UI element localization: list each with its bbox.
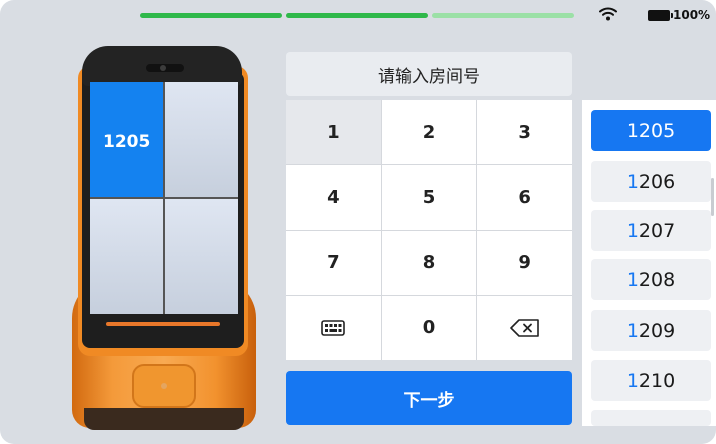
compartment-door <box>165 82 238 197</box>
room-number-suffix: 207 <box>638 219 676 242</box>
battery-percentage: 100% <box>673 8 711 22</box>
key-4[interactable]: 4 <box>286 165 381 230</box>
progress-segment-2 <box>286 13 428 18</box>
battery-icon <box>648 9 673 21</box>
key-9[interactable]: 9 <box>477 230 572 295</box>
key-7[interactable]: 7 <box>286 230 381 295</box>
room-number-suffix: 209 <box>638 319 676 342</box>
room-number-suffix: 208 <box>638 268 676 291</box>
room-number-prefix: 1 <box>626 319 639 342</box>
keyboard-switch-button[interactable] <box>286 295 381 360</box>
key-1[interactable]: 1 <box>286 100 381 165</box>
robot-compartments: 1205 <box>90 82 238 314</box>
room-number-prefix: 1 <box>626 268 639 291</box>
wifi-icon <box>599 7 617 21</box>
room-option-1206[interactable]: 1 206 <box>591 161 711 202</box>
room-option-1205[interactable]: 1 205 <box>591 110 711 151</box>
keyboard-icon <box>321 320 346 336</box>
camera-lens-icon <box>160 65 166 71</box>
key-6[interactable]: 6 <box>477 165 572 230</box>
room-number-input[interactable]: 请输入房间号 <box>286 52 572 96</box>
room-number-suffix: 205 <box>638 119 676 142</box>
key-0[interactable]: 0 <box>381 295 477 360</box>
robot-illustration: 1205 <box>66 42 260 438</box>
battery-indicator: 100% <box>648 8 710 22</box>
room-number-prefix: 1 <box>626 119 639 142</box>
numeric-keypad: 1 2 3 4 5 6 7 8 9 0 <box>286 100 572 360</box>
next-step-button[interactable]: 下一步 <box>286 371 572 425</box>
room-option-1209[interactable]: 1 209 <box>591 310 711 351</box>
backspace-button[interactable] <box>477 295 572 360</box>
room-number-suffix: 210 <box>638 369 676 392</box>
compartment-room-label: 1205 <box>103 132 151 152</box>
delivery-robot-screen: 100% 1205 请输入房间号 1 2 3 4 5 6 7 8 9 0 下一步… <box>0 0 716 444</box>
robot-light-strip <box>106 322 220 326</box>
compartment-door <box>90 199 163 314</box>
compartment-door-active: 1205 <box>90 82 163 197</box>
key-8[interactable]: 8 <box>381 230 477 295</box>
robot-panel-light <box>161 383 167 389</box>
room-number-suffix: 206 <box>638 170 676 193</box>
progress-segment-3 <box>432 13 574 18</box>
key-3[interactable]: 3 <box>477 100 572 165</box>
compartment-door <box>165 199 238 314</box>
room-list-scrollbar[interactable] <box>711 178 714 216</box>
key-2[interactable]: 2 <box>381 100 477 165</box>
room-number-prefix: 1 <box>626 170 639 193</box>
key-5[interactable]: 5 <box>381 165 477 230</box>
room-number-prefix: 1 <box>626 369 639 392</box>
room-number-prefix: 1 <box>626 219 639 242</box>
room-option-1210[interactable]: 1 210 <box>591 360 711 401</box>
robot-wheel-base <box>84 408 244 430</box>
room-option-1207[interactable]: 1 207 <box>591 210 711 251</box>
room-option-1208[interactable]: 1 208 <box>591 259 711 300</box>
progress-segment-1 <box>140 13 282 18</box>
robot-front-panel <box>132 364 196 408</box>
backspace-icon <box>509 319 539 337</box>
room-option-partial[interactable] <box>591 410 711 426</box>
